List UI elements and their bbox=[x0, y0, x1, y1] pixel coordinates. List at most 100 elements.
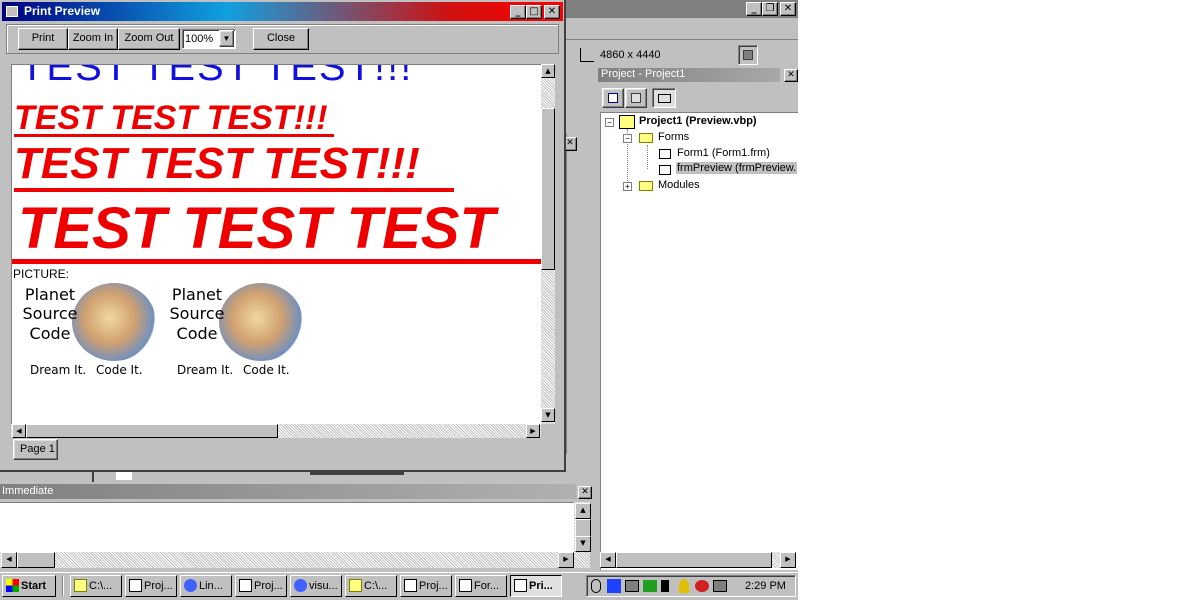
tree-forms[interactable]: Forms bbox=[658, 131, 689, 143]
project-icon bbox=[619, 115, 635, 129]
project-close-icon[interactable]: ✕ bbox=[784, 69, 798, 82]
minimize-icon[interactable]: _ bbox=[510, 5, 526, 19]
tree-modules[interactable]: Modules bbox=[658, 179, 700, 191]
taskbar-divider bbox=[62, 576, 64, 596]
tree-form1[interactable]: Form1 (Form1.frm) bbox=[677, 147, 770, 159]
mouse-icon[interactable] bbox=[591, 579, 601, 593]
preview-line-3: TEST TEST TEST!!! bbox=[14, 139, 420, 188]
scroll-thumb[interactable] bbox=[541, 108, 555, 270]
logo-word: Code bbox=[29, 324, 71, 343]
taskbar-label: Proj... bbox=[144, 580, 173, 592]
clock[interactable]: 2:29 PM bbox=[745, 580, 786, 592]
print-preview-window: Print Preview _ □ ✕ Print Zoom In Zoom O… bbox=[0, 0, 566, 472]
close-icon[interactable]: ✕ bbox=[780, 2, 796, 16]
taskbar-label: C:\... bbox=[364, 580, 388, 592]
tree-form2[interactable]: frmPreview (frmPreview. bbox=[676, 162, 798, 174]
scroll-thumb[interactable] bbox=[575, 519, 591, 537]
ide-toolbar bbox=[566, 20, 798, 40]
project-tree[interactable]: − Project1 (Preview.vbp) − Forms Form1 (… bbox=[600, 112, 798, 570]
tree-line bbox=[647, 145, 648, 169]
taskbar-item-project[interactable]: Proj... bbox=[235, 575, 287, 597]
network-icon[interactable] bbox=[607, 579, 621, 593]
expand-icon[interactable]: − bbox=[605, 118, 614, 127]
scroll-thumb[interactable] bbox=[26, 424, 278, 438]
tool-icon[interactable] bbox=[643, 580, 657, 592]
taskbar-label: visu... bbox=[309, 580, 338, 592]
scroll-right-icon[interactable]: ▶ bbox=[526, 424, 540, 438]
print-button[interactable]: Print bbox=[18, 28, 68, 50]
scroll-left-icon[interactable]: ◀ bbox=[1, 552, 17, 568]
page-tab[interactable]: Page 1 bbox=[13, 439, 58, 460]
immediate-close-icon[interactable]: ✕ bbox=[578, 486, 592, 499]
scheduler-icon[interactable] bbox=[695, 580, 709, 592]
form-icon bbox=[659, 149, 671, 159]
form-icon bbox=[514, 579, 527, 592]
taskbar-label: C:\... bbox=[89, 580, 113, 592]
zoom-out-button[interactable]: Zoom Out bbox=[118, 28, 180, 50]
underline-4 bbox=[12, 259, 541, 264]
scroll-up-icon[interactable]: ▲ bbox=[541, 64, 555, 78]
taskbar-item-browser[interactable]: visu... bbox=[290, 575, 342, 597]
scroll-down-icon[interactable]: ▼ bbox=[541, 408, 555, 422]
zoom-in-button[interactable]: Zoom In bbox=[68, 28, 118, 50]
logo-word: Code bbox=[176, 324, 218, 343]
scroll-right-icon[interactable]: ▶ bbox=[780, 552, 796, 568]
size-readout: 4860 x 4440 bbox=[600, 49, 661, 61]
maximize-icon[interactable]: □ bbox=[526, 5, 542, 19]
chevron-down-icon[interactable]: ▼ bbox=[219, 30, 234, 47]
psc-logo: Planet Source Code Dream It. Code It. bbox=[16, 283, 156, 379]
project-explorer: Project - Project1 Project - Project1 ✕ … bbox=[598, 68, 798, 572]
taskbar-item-browser[interactable]: Lin... bbox=[180, 575, 232, 597]
close-icon[interactable]: ✕ bbox=[544, 5, 560, 19]
tree-root[interactable]: Project1 (Preview.vbp) bbox=[639, 115, 757, 127]
zoom-value: 100% bbox=[185, 33, 214, 45]
scroll-down-icon[interactable]: ▼ bbox=[575, 536, 591, 552]
preview-title: Print Preview bbox=[24, 4, 101, 18]
picture-label: PICTURE: bbox=[13, 267, 70, 281]
start-label: Start bbox=[21, 580, 47, 592]
person-icon[interactable] bbox=[679, 579, 689, 593]
close-button[interactable]: Close bbox=[253, 28, 309, 50]
ide-status-bar: 4860 x 4440 bbox=[566, 42, 798, 68]
scroll-left-icon[interactable]: ◀ bbox=[12, 424, 26, 438]
speaker-icon[interactable] bbox=[661, 580, 669, 592]
view-object-button[interactable] bbox=[625, 88, 647, 108]
display-icon[interactable] bbox=[625, 580, 639, 592]
logo-word: Planet bbox=[171, 285, 223, 304]
preview-line-4: TEST TEST TEST bbox=[18, 196, 495, 261]
vb-icon bbox=[129, 579, 142, 592]
taskbar-item-preview-active[interactable]: Pri... bbox=[510, 575, 562, 597]
start-button[interactable]: Start bbox=[2, 575, 56, 597]
folder-icon bbox=[349, 579, 362, 592]
psc-logo: Planet Source Code Dream It. Code It. bbox=[163, 283, 303, 379]
scroll-right-icon[interactable]: ▶ bbox=[558, 552, 574, 568]
view-code-button[interactable] bbox=[602, 88, 624, 108]
ie-icon bbox=[294, 579, 307, 592]
folder-icon bbox=[74, 579, 87, 592]
globe-image bbox=[219, 283, 303, 361]
restore-icon[interactable]: ❐ bbox=[762, 2, 778, 16]
immediate-text-area[interactable] bbox=[0, 502, 574, 552]
zoom-select[interactable]: 100% ▼ bbox=[182, 29, 236, 49]
taskbar-item-form[interactable]: For... bbox=[455, 575, 507, 597]
taskbar-item-explorer[interactable]: C:\... bbox=[70, 575, 122, 597]
taskbar-item-explorer[interactable]: C:\... bbox=[345, 575, 397, 597]
scroll-left-icon[interactable]: ◀ bbox=[600, 552, 616, 568]
scroll-thumb[interactable] bbox=[616, 552, 772, 568]
taskbar-item-project[interactable]: Proj... bbox=[125, 575, 177, 597]
page-tab-label: Page 1 bbox=[20, 443, 55, 455]
toggle-folders-button[interactable] bbox=[652, 88, 676, 108]
collapse-forms-icon[interactable]: − bbox=[623, 134, 632, 143]
expand-modules-icon[interactable]: + bbox=[623, 182, 632, 191]
taskbar-item-project[interactable]: Proj... bbox=[400, 575, 452, 597]
immediate-hscroll[interactable] bbox=[0, 552, 590, 568]
minimize-icon[interactable]: _ bbox=[746, 2, 762, 16]
computer-icon[interactable] bbox=[713, 580, 727, 592]
scroll-thumb[interactable] bbox=[17, 552, 55, 568]
save-icon[interactable] bbox=[738, 45, 758, 65]
scroll-up-icon[interactable]: ▲ bbox=[575, 503, 591, 519]
logo-tagline: Dream It. bbox=[177, 363, 234, 377]
logo-word: Source bbox=[169, 304, 225, 323]
taskbar-label: Lin... bbox=[199, 580, 223, 592]
logo-tagline: Code It. bbox=[243, 363, 290, 377]
